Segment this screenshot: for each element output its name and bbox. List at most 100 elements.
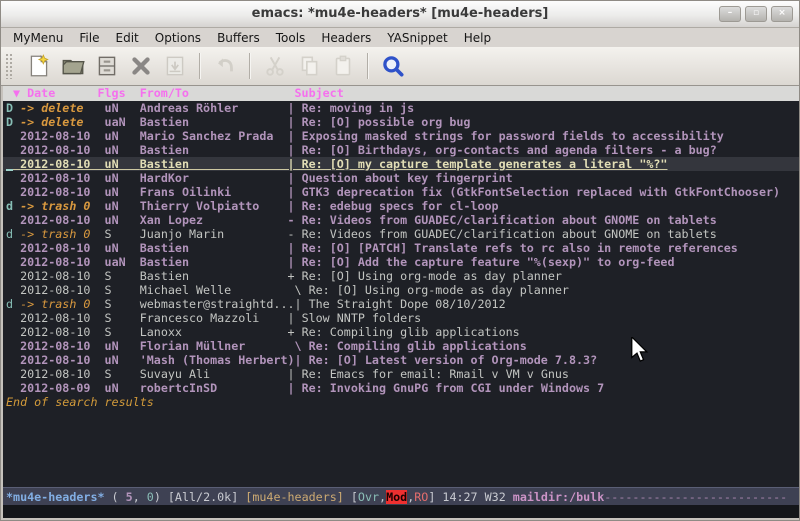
toolbar-drag-handle[interactable] <box>5 53 14 79</box>
message-row[interactable]: D -> delete uaN Bastien | Re: [O] possib… <box>3 115 799 129</box>
message-row[interactable]: D -> delete uN Andreas Röhler | Re: movi… <box>3 101 799 115</box>
message-row[interactable]: 2012-08-10 S Suvayu Ali | Re: Emacs for … <box>3 367 799 381</box>
close-buffer-button[interactable] <box>124 50 158 82</box>
cut-button[interactable] <box>258 50 292 82</box>
undo-button[interactable] <box>208 50 242 82</box>
message-row[interactable]: 2012-08-10 uN Frans Oilinki | GTK3 depre… <box>3 185 799 199</box>
from-cell: Bastien <box>140 241 288 255</box>
message-row[interactable]: 2012-08-10 uN Xan Lopez - Re: Videos fro… <box>3 213 799 227</box>
date-cell: 2012-08-10 <box>20 353 104 367</box>
message-row[interactable]: 2012-08-10 uN Bastien | Re: [O] my captu… <box>3 157 799 171</box>
mark-cell: D <box>6 101 20 115</box>
message-row[interactable]: 2012-08-10 S Bastien + Re: [O] Using org… <box>3 269 799 283</box>
headers-column-header[interactable]: ▼ Date Flgs From/To Subject <box>3 86 799 101</box>
message-row[interactable]: 2012-08-10 uN Bastien | Re: [O] Birthday… <box>3 143 799 157</box>
menu-item-file[interactable]: File <box>71 31 107 45</box>
modeline-segment: [mu4e-headers] <box>245 490 351 504</box>
from-cell: Thierry Volpiatto <box>140 199 288 213</box>
menu-item-help[interactable]: Help <box>456 31 499 45</box>
menu-item-mymenu[interactable]: MyMenu <box>5 31 71 45</box>
message-row[interactable]: 2012-08-10 S Michael Welle \ Re: [O] Usi… <box>3 283 799 297</box>
message-row[interactable]: 2012-08-10 uN HardKor | Question about k… <box>3 171 799 185</box>
subject-cell: | Re: [O] [PATCH] Translate refs to rc a… <box>288 241 738 255</box>
message-row[interactable]: 2012-08-10 S Lanoxx + Re: Compiling glib… <box>3 325 799 339</box>
subject-cell: | Re: [O] Latest version of Org-mode 7.8… <box>295 353 598 367</box>
subject-cell: | Re: [O] Add the capture feature "%(sex… <box>288 255 675 269</box>
modeline-segment: -------------------------- <box>604 490 787 504</box>
close-button[interactable]: × <box>771 6 793 22</box>
echo-area[interactable] <box>3 505 799 518</box>
toolbar-separator <box>249 53 251 79</box>
flags-cell: uN <box>105 381 140 395</box>
window-title: emacs: *mu4e-headers* [mu4e-headers] <box>1 6 799 21</box>
from-cell: webmaster@straightd... <box>140 297 295 311</box>
modeline-segment: 14:27 W32 <box>442 490 512 504</box>
modeline-segment: 0 <box>147 490 154 504</box>
from-cell: Lanoxx <box>140 325 288 339</box>
mouse-cursor <box>631 337 649 363</box>
message-row[interactable]: 2012-08-10 uaN Bastien | Re: [O] Add the… <box>3 255 799 269</box>
flags-cell: uN <box>105 101 140 115</box>
message-row[interactable]: 2012-08-09 uN robertcInSD | Re: Invoking… <box>3 381 799 395</box>
menu-item-edit[interactable]: Edit <box>108 31 147 45</box>
maximize-button[interactable]: ▫ <box>745 6 767 22</box>
save-button[interactable] <box>90 50 124 82</box>
subject-cell: | Re: Invoking GnuPG from CGI under Wind… <box>288 381 605 395</box>
subject-cell: | Re: [O] Birthdays, org-contacts and ag… <box>288 143 717 157</box>
search-button[interactable] <box>376 50 410 82</box>
subject-cell: | Slow NNTP folders <box>288 311 422 325</box>
menu-item-buffers[interactable]: Buffers <box>209 31 268 45</box>
message-row[interactable]: 2012-08-10 uN Florian Müllner \ Re: Comp… <box>3 339 799 353</box>
menu-item-yasnippet[interactable]: YASnippet <box>379 31 456 45</box>
mark-cell <box>6 185 20 199</box>
new-file-button[interactable] <box>22 50 56 82</box>
toolbar <box>1 47 799 86</box>
modeline-segment: RO <box>414 490 428 504</box>
save-as-button[interactable] <box>158 50 192 82</box>
message-row[interactable]: 2012-08-10 uN 'Mash (Thomas Herbert)| Re… <box>3 353 799 367</box>
copy-button[interactable] <box>292 50 326 82</box>
minimize-button[interactable]: – <box>719 6 741 22</box>
menu-item-tools[interactable]: Tools <box>268 31 314 45</box>
flags-cell: uN <box>105 185 140 199</box>
menu-item-headers[interactable]: Headers <box>313 31 379 45</box>
flags-cell: S <box>105 269 140 283</box>
from-cell: Andreas Röhler <box>140 101 288 115</box>
mark-cell <box>6 241 20 255</box>
cut-scissors-icon <box>262 53 288 79</box>
message-row[interactable]: d -> trash 0 S Juanjo Marin - Re: Videos… <box>3 227 799 241</box>
flags-cell: S <box>105 227 140 241</box>
subject-cell: | The Straight Dope 08/10/2012 <box>295 297 506 311</box>
message-row[interactable]: d -> trash 0 uN Thierry Volpiatto | Re: … <box>3 199 799 213</box>
modeline-segment: Mod <box>386 490 407 504</box>
message-row[interactable]: 2012-08-10 uN Mario Sanchez Prada | Expo… <box>3 129 799 143</box>
from-cell: Michael Welle <box>140 283 288 297</box>
mark-cell: D <box>6 115 20 129</box>
from-cell: Mario Sanchez Prada <box>140 129 288 143</box>
date-cell: -> trash 0 <box>20 297 104 311</box>
subject-cell: | Re: [O] my capture template generates … <box>288 157 668 171</box>
mark-cell <box>6 255 20 269</box>
subject-cell: | Re: moving in js <box>288 101 415 115</box>
mode-line[interactable]: *mu4e-headers* ( 5, 0) [All/2.0k] [mu4e-… <box>3 487 799 505</box>
date-cell: 2012-08-10 <box>20 185 104 199</box>
subject-cell: - Re: Videos from GUADEC/clarification a… <box>288 213 717 227</box>
date-cell: 2012-08-10 <box>20 143 104 157</box>
paste-button[interactable] <box>326 50 360 82</box>
mark-cell: d <box>6 227 20 241</box>
menu-item-options[interactable]: Options <box>147 31 209 45</box>
menubar: MyMenu File Edit Options Buffers Tools H… <box>1 28 799 47</box>
message-row[interactable]: 2012-08-10 S Francesco Mazzoli | Slow NN… <box>3 311 799 325</box>
titlebar[interactable]: emacs: *mu4e-headers* [mu4e-headers] – ▫… <box>1 1 799 28</box>
mark-cell: d <box>6 297 20 311</box>
from-cell: robertcInSD <box>140 381 288 395</box>
subject-cell: | Exposing masked strings for password f… <box>288 129 724 143</box>
modeline-segment: Ovr <box>358 490 379 504</box>
message-row[interactable]: d -> trash 0 S webmaster@straightd...| T… <box>3 297 799 311</box>
save-icon <box>94 53 120 79</box>
open-folder-button[interactable] <box>56 50 90 82</box>
from-cell: Francesco Mazzoli <box>140 311 288 325</box>
date-cell: 2012-08-10 <box>20 213 104 227</box>
date-cell: 2012-08-10 <box>20 241 104 255</box>
message-row[interactable]: 2012-08-10 uN Bastien | Re: [O] [PATCH] … <box>3 241 799 255</box>
